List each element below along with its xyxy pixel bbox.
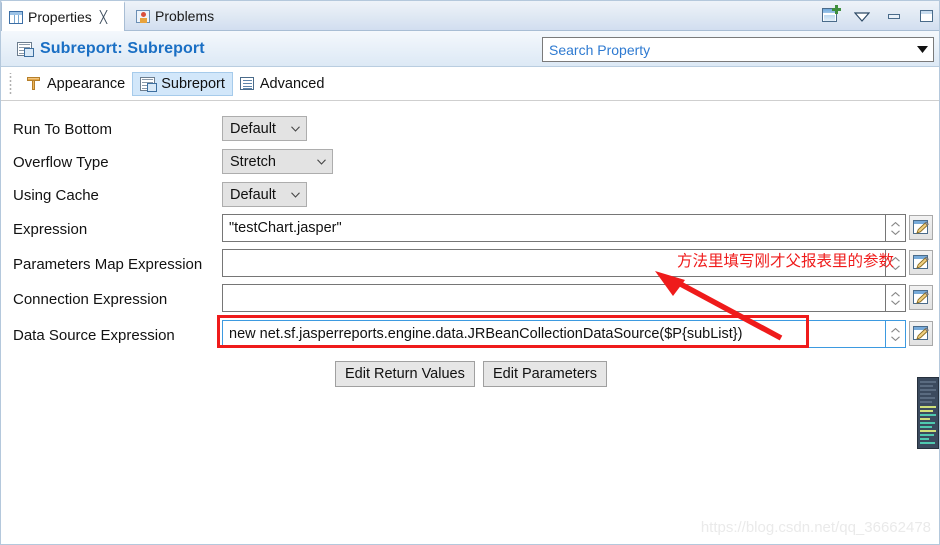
tab-subreport[interactable]: Subreport [132,71,233,96]
property-section-tabs: Appearance Subreport Advanced [1,67,939,101]
data-source-expression-edit-button[interactable] [909,321,933,346]
data-source-expression-spinner[interactable] [886,320,906,348]
appearance-icon [26,76,41,91]
subreport-icon [17,42,34,57]
tab-advanced[interactable]: Advanced [233,72,332,96]
expression-input[interactable]: "testChart.jasper" [222,214,886,242]
label-connection-expression: Connection Expression [13,291,168,308]
connection-expression-edit-button[interactable] [909,285,933,310]
tab-properties-label: Properties [28,9,92,25]
search-property-combo[interactable] [542,37,934,62]
tab-subreport-label: Subreport [161,75,225,92]
expression-spinner[interactable] [886,214,906,242]
overflow-type-combo[interactable]: Stretch [222,149,333,174]
overflow-type-value: Stretch [230,153,276,170]
subreport-icon [140,76,158,92]
label-expression: Expression [13,221,88,238]
view-toolbar [821,1,935,30]
chevron-down-icon [291,125,300,132]
using-cache-combo[interactable]: Default [222,182,307,207]
new-view-icon[interactable] [821,4,841,25]
advanced-icon [239,77,254,90]
tab-problems[interactable]: Problems [129,1,222,31]
close-icon[interactable]: ╳ [100,10,107,24]
page-title: Subreport: Subreport [40,40,205,57]
label-parameters-map-expression: Parameters Map Expression [13,256,203,273]
properties-view-window: Properties ╳ Problems Subreport: Subrepo… [0,0,940,545]
watermark-text: https://blog.csdn.net/qq_36662478 [700,519,931,536]
pencil-edit-icon [913,220,929,235]
chevron-down-icon [317,158,326,165]
maximize-icon[interactable] [917,7,935,25]
connection-expression-spinner[interactable] [886,284,906,312]
table-icon [9,10,23,24]
code-minimap-widget[interactable] [917,377,939,449]
tab-properties[interactable]: Properties ╳ [1,1,125,31]
run-to-bottom-combo[interactable]: Default [222,116,307,141]
edit-return-values-button[interactable]: Edit Return Values [335,361,475,387]
label-data-source-expression: Data Source Expression [13,327,175,344]
annotation-arrow [655,271,783,341]
expression-value: "testChart.jasper" [229,220,342,236]
run-to-bottom-value: Default [230,120,276,137]
edit-parameters-button[interactable]: Edit Parameters [483,361,607,387]
parameters-map-expression-edit-button[interactable] [909,250,933,275]
label-using-cache: Using Cache [13,187,99,204]
pencil-edit-icon [913,326,929,341]
tab-appearance-label: Appearance [47,75,126,92]
edit-parameters-label: Edit Parameters [493,366,597,382]
search-input[interactable] [543,40,911,59]
expression-edit-button[interactable] [909,215,933,240]
pencil-edit-icon [913,255,929,270]
problems-icon [136,9,150,23]
view-tab-strip: Properties ╳ Problems [1,1,939,31]
tab-problems-label: Problems [155,8,215,24]
tab-advanced-label: Advanced [259,75,325,92]
tab-appearance[interactable]: Appearance [19,72,132,96]
view-menu-chevron-icon[interactable] [853,7,871,25]
label-overflow-type: Overflow Type [13,154,109,171]
edit-return-values-label: Edit Return Values [345,366,465,382]
using-cache-value: Default [230,186,276,203]
drag-grip-handle[interactable] [7,72,16,95]
minimize-icon[interactable] [885,7,903,25]
pencil-edit-icon [913,290,929,305]
label-run-to-bottom: Run To Bottom [13,121,112,138]
chevron-down-icon[interactable] [911,38,933,61]
chevron-down-icon [291,191,300,198]
